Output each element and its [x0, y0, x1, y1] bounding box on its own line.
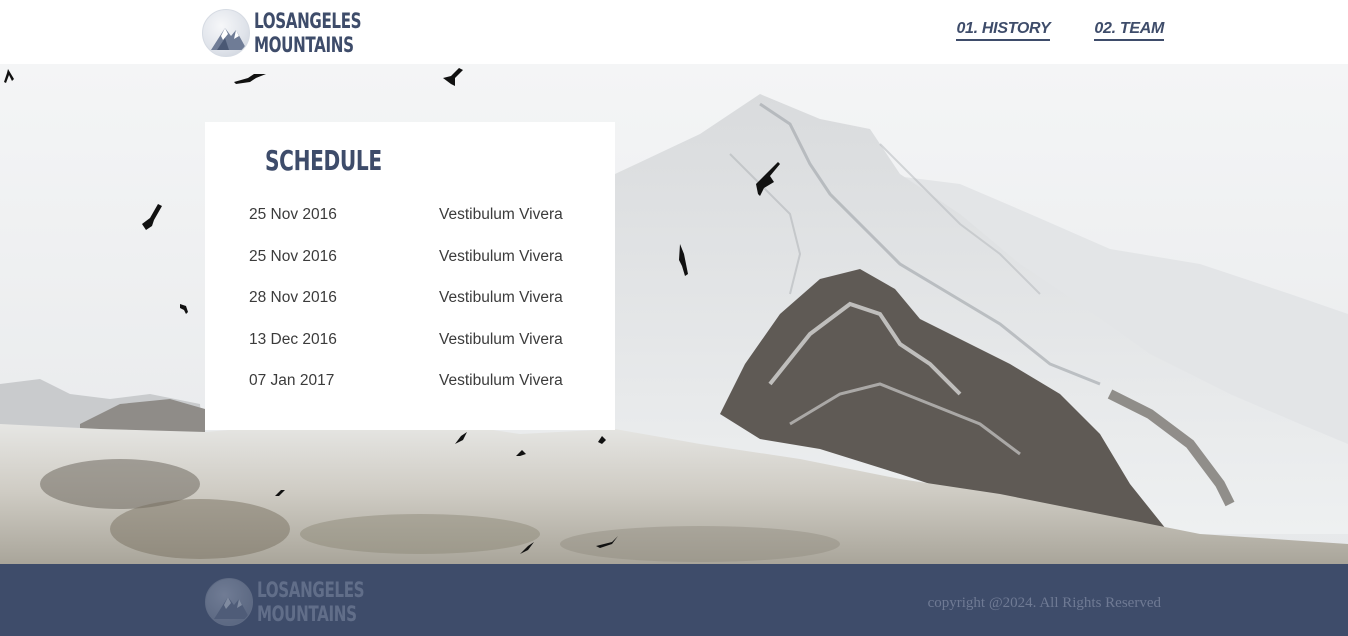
site-header: LOSANGELES MOUNTAINS 01. HISTORY 02. TEA… [0, 0, 1348, 64]
footer-logo-line-2: MOUNTAINS [257, 602, 357, 626]
schedule-date: 25 Nov 2016 [249, 206, 337, 223]
mountain-logo-icon [202, 9, 250, 57]
schedule-event: Vestibulum Vivera [439, 247, 563, 265]
footer-logo-line-1: LOSANGELES [257, 578, 365, 602]
schedule-event: Vestibulum Vivera [439, 330, 563, 348]
schedule-event: Vestibulum Vivera [439, 206, 563, 223]
schedule-row[interactable]: 07 Jan 2017 Vestibulum Vivera [249, 372, 589, 414]
footer-logo[interactable]: LOSANGELES MOUNTAINS [205, 576, 406, 628]
schedule-date: 07 Jan 2017 [249, 372, 335, 390]
mountain-landscape-illustration [0, 64, 1348, 564]
copyright-text: copyright @2024. All Rights Reserved [927, 595, 1161, 611]
hero-mountain-image [0, 64, 1348, 564]
logo-line-2: MOUNTAINS [254, 33, 354, 57]
schedule-date: 25 Nov 2016 [249, 247, 337, 265]
schedule-card: SCHEDULE 25 Nov 2016 Vestibulum Vivera 2… [205, 122, 615, 430]
schedule-event: Vestibulum Vivera [439, 372, 563, 390]
logo-wordmark: LOSANGELES MOUNTAINS [254, 9, 362, 57]
schedule-row[interactable]: 25 Nov 2016 Vestibulum Vivera [249, 206, 589, 248]
site-footer: LOSANGELES MOUNTAINS copyright @2024. Al… [0, 564, 1348, 636]
schedule-title: SCHEDULE [265, 144, 382, 177]
nav-link-history[interactable]: 01. HISTORY [956, 20, 1051, 41]
main-nav: 01. HISTORY 02. TEAM [956, 20, 1164, 41]
schedule-row[interactable]: 13 Dec 2016 Vestibulum Vivera [249, 331, 589, 373]
schedule-date: 13 Dec 2016 [249, 330, 337, 348]
schedule-row[interactable]: 28 Nov 2016 Vestibulum Vivera [249, 289, 589, 331]
footer-logo-wordmark: LOSANGELES MOUNTAINS [257, 578, 365, 626]
nav-link-team[interactable]: 02. TEAM [1094, 20, 1164, 41]
schedule-row[interactable]: 25 Nov 2016 Vestibulum Vivera [249, 248, 589, 290]
schedule-list: 25 Nov 2016 Vestibulum Vivera 25 Nov 201… [249, 206, 589, 414]
schedule-date: 28 Nov 2016 [249, 289, 337, 307]
logo-line-1: LOSANGELES [254, 9, 362, 33]
schedule-event: Vestibulum Vivera [439, 289, 563, 307]
site-logo[interactable]: LOSANGELES MOUNTAINS [202, 7, 403, 59]
mountain-logo-icon [205, 578, 253, 626]
